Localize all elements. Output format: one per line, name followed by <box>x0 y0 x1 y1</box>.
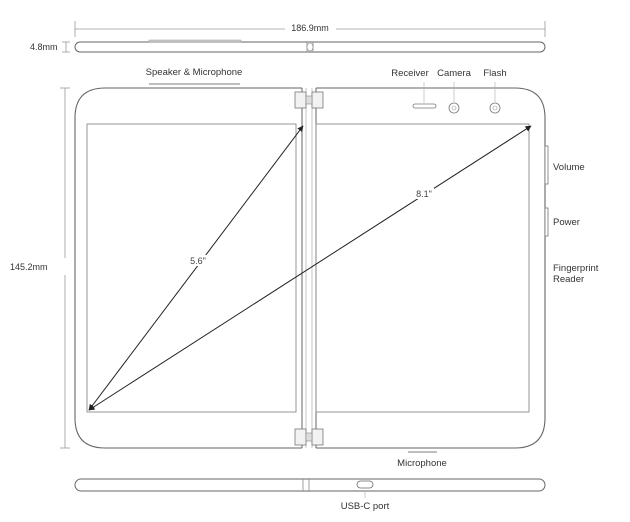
flash-label: Flash <box>483 68 506 79</box>
side-callouts: Volume Power Fingerprint Reader <box>553 162 599 285</box>
volume-label: Volume <box>553 162 585 173</box>
device-diagram: 186.9mm 4.8mm Speaker & Microphone 145.2… <box>0 0 630 522</box>
camera-lens <box>448 102 460 114</box>
speaker-microphone-callout: Speaker & Microphone <box>146 67 243 85</box>
height-label: 145.2mm <box>10 262 48 272</box>
speaker-microphone-label: Speaker & Microphone <box>146 67 243 78</box>
single-screen-diagonal <box>88 125 304 411</box>
dual-screen-diagonal <box>88 125 532 411</box>
dual-screen-diagonal-label: 8.1" <box>416 189 432 199</box>
power-label: Power <box>553 217 580 228</box>
left-screen <box>86 123 297 413</box>
usbc-port <box>356 480 374 489</box>
top-side-profile <box>74 39 546 53</box>
left-panel <box>74 87 302 449</box>
right-panel <box>316 87 546 449</box>
thickness-dimension: 4.8mm <box>30 41 70 53</box>
top-callouts: Receiver Camera Flash <box>391 68 507 103</box>
microphone-label: Microphone <box>397 458 447 469</box>
volume-button <box>544 145 549 185</box>
height-dimension: 145.2mm <box>10 87 70 449</box>
right-screen <box>315 123 530 413</box>
microphone-callout: Microphone <box>397 451 447 469</box>
receiver-label: Receiver <box>391 68 429 79</box>
hinge-top <box>294 91 324 109</box>
fingerprint-label-line1: Fingerprint <box>553 263 599 274</box>
hinge-bottom <box>294 428 324 446</box>
width-label: 186.9mm <box>291 23 329 33</box>
single-screen-diagonal-label: 5.6" <box>190 256 206 266</box>
power-button <box>544 207 549 237</box>
fingerprint-label-line2: Reader <box>553 274 584 285</box>
receiver-slot <box>412 103 437 109</box>
diagonal-arrows: 5.6" 8.1" <box>88 125 532 411</box>
diagram-canvas: 186.9mm 4.8mm Speaker & Microphone 145.2… <box>10 21 599 512</box>
device-front <box>74 87 549 449</box>
usbc-label: USB-C port <box>341 501 390 512</box>
bottom-side-profile: USB-C port <box>74 478 546 512</box>
flash-led <box>489 102 501 114</box>
thickness-label: 4.8mm <box>30 42 58 52</box>
width-dimension: 186.9mm <box>74 21 546 37</box>
camera-label: Camera <box>437 68 472 79</box>
